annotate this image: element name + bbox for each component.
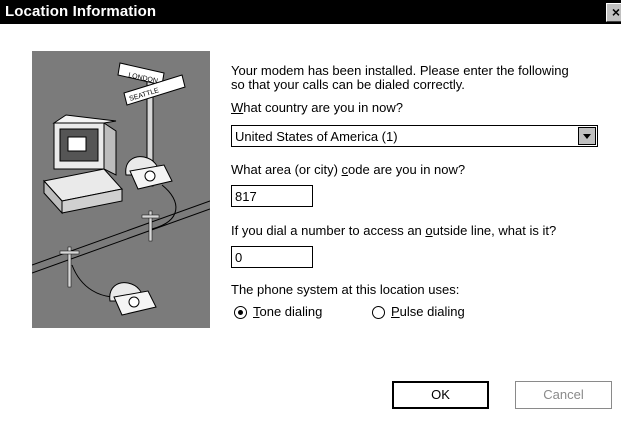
title-bar: Location Information × bbox=[0, 0, 621, 25]
country-label-mnemonic: W bbox=[231, 100, 244, 115]
tone-dialing-label[interactable]: Tone dialing bbox=[253, 304, 322, 319]
outside-line-label: If you dial a number to access an outsid… bbox=[231, 224, 556, 238]
close-button[interactable]: × bbox=[606, 3, 621, 22]
outside-line-label-pre: If you dial a number to access an bbox=[231, 223, 426, 238]
outside-line-label-mnemonic: o bbox=[425, 223, 433, 238]
radio-selected-dot bbox=[238, 310, 243, 315]
area-code-label-pre: What area (or city) bbox=[231, 162, 342, 177]
outside-line-input[interactable] bbox=[232, 247, 312, 267]
area-code-label: What area (or city) code are you in now? bbox=[231, 163, 465, 177]
pole-icon bbox=[59, 210, 160, 288]
chevron-down-icon[interactable] bbox=[578, 127, 596, 145]
radio-circle-pulse[interactable] bbox=[372, 306, 385, 319]
country-label-rest: hat country are you in now? bbox=[243, 100, 403, 115]
outside-line-label-post: utside line, what is it? bbox=[432, 223, 557, 238]
area-code-field[interactable] bbox=[231, 185, 313, 207]
close-icon: × bbox=[611, 4, 621, 20]
phone-icon-remote bbox=[109, 282, 157, 316]
country-label: What country are you in now? bbox=[231, 101, 403, 115]
tone-label-rest: one dialing bbox=[259, 304, 323, 319]
window-title: Location Information bbox=[5, 3, 157, 20]
phone-system-label: The phone system at this location uses: bbox=[231, 282, 460, 297]
area-code-label-post: ode are you in now? bbox=[348, 162, 466, 177]
area-code-input[interactable] bbox=[232, 186, 312, 206]
illustration-graphic: LONDON SEATTLE bbox=[32, 62, 210, 316]
intro-text-line2: so that your calls can be dialed correct… bbox=[231, 77, 465, 92]
computer-icon bbox=[43, 114, 123, 215]
phone-icon-desk bbox=[125, 156, 173, 190]
pulse-dialing-label[interactable]: Pulse dialing bbox=[391, 304, 465, 319]
pulse-label-rest: ulse dialing bbox=[399, 304, 465, 319]
radio-circle-tone[interactable] bbox=[234, 306, 247, 319]
sign-london: LONDON bbox=[117, 62, 165, 86]
cancel-button[interactable]: Cancel bbox=[515, 381, 612, 409]
country-dropdown-value: United States of America (1) bbox=[235, 129, 398, 144]
country-dropdown[interactable]: United States of America (1) bbox=[231, 125, 598, 147]
pulse-mnemonic: P bbox=[391, 304, 400, 319]
intro-text-line1: Your modem has been installed. Please en… bbox=[231, 63, 569, 78]
outside-line-field[interactable] bbox=[231, 246, 313, 268]
modem-illustration: LONDON SEATTLE bbox=[32, 51, 210, 328]
ok-button[interactable]: OK bbox=[392, 381, 489, 409]
